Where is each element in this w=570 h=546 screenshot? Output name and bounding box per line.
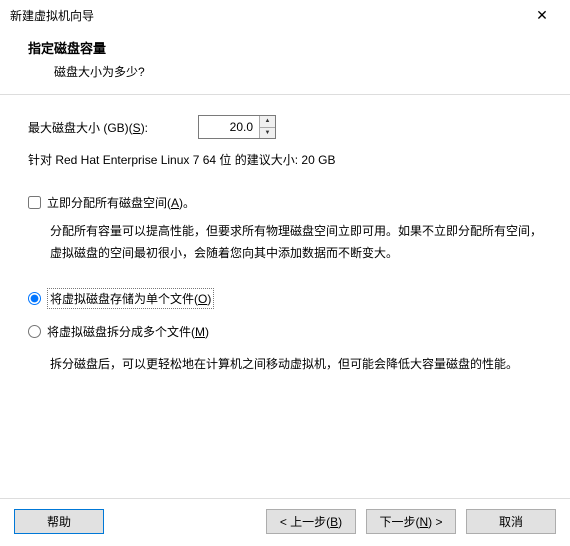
next-button[interactable]: 下一步(N) >	[366, 509, 456, 534]
allocate-now-description: 分配所有容量可以提高性能，但要求所有物理磁盘空间立即可用。如果不立即分配所有空间…	[28, 221, 542, 264]
help-button[interactable]: 帮助	[14, 509, 104, 534]
spinner-up-icon[interactable]: ▲	[260, 116, 275, 128]
titlebar: 新建虚拟机向导 ✕	[0, 0, 570, 30]
allocate-now-label: 立即分配所有磁盘空间(A)。	[47, 194, 195, 211]
spinner-down-icon[interactable]: ▼	[260, 128, 275, 139]
back-button[interactable]: < 上一步(B)	[266, 509, 356, 534]
store-single-file-row[interactable]: 将虚拟磁盘存储为单个文件(O)	[28, 288, 542, 309]
disk-size-spinner[interactable]: ▲ ▼	[198, 115, 276, 139]
store-single-file-label: 将虚拟磁盘存储为单个文件(O)	[47, 288, 214, 309]
disk-size-row: 最大磁盘大小 (GB)(S): ▲ ▼	[28, 115, 542, 139]
close-button[interactable]: ✕	[522, 1, 562, 29]
storage-radio-group: 将虚拟磁盘存储为单个文件(O) 将虚拟磁盘拆分成多个文件(M) 拆分磁盘后，可以…	[28, 288, 542, 376]
disk-size-input[interactable]	[199, 116, 259, 138]
wizard-footer: 帮助 < 上一步(B) 下一步(N) > 取消	[0, 498, 570, 546]
wizard-content: 最大磁盘大小 (GB)(S): ▲ ▼ 针对 Red Hat Enterpris…	[0, 95, 570, 392]
store-split-description: 拆分磁盘后，可以更轻松地在计算机之间移动虚拟机，但可能会降低大容量磁盘的性能。	[28, 354, 542, 376]
page-heading: 指定磁盘容量	[28, 38, 560, 57]
store-single-file-radio[interactable]	[28, 292, 41, 305]
allocate-now-checkbox-row[interactable]: 立即分配所有磁盘空间(A)。	[28, 194, 542, 211]
window-title: 新建虚拟机向导	[10, 7, 94, 24]
store-split-files-radio[interactable]	[28, 325, 41, 338]
allocate-now-checkbox[interactable]	[28, 196, 41, 209]
wizard-header: 指定磁盘容量 磁盘大小为多少?	[0, 30, 570, 94]
store-split-files-row[interactable]: 将虚拟磁盘拆分成多个文件(M)	[28, 323, 542, 340]
spinner-arrows: ▲ ▼	[259, 116, 275, 138]
store-split-files-label: 将虚拟磁盘拆分成多个文件(M)	[47, 323, 209, 340]
recommended-size-text: 针对 Red Hat Enterprise Linux 7 64 位 的建议大小…	[28, 151, 542, 168]
cancel-button[interactable]: 取消	[466, 509, 556, 534]
page-subheading: 磁盘大小为多少?	[28, 63, 560, 80]
disk-size-label: 最大磁盘大小 (GB)(S):	[28, 119, 198, 136]
